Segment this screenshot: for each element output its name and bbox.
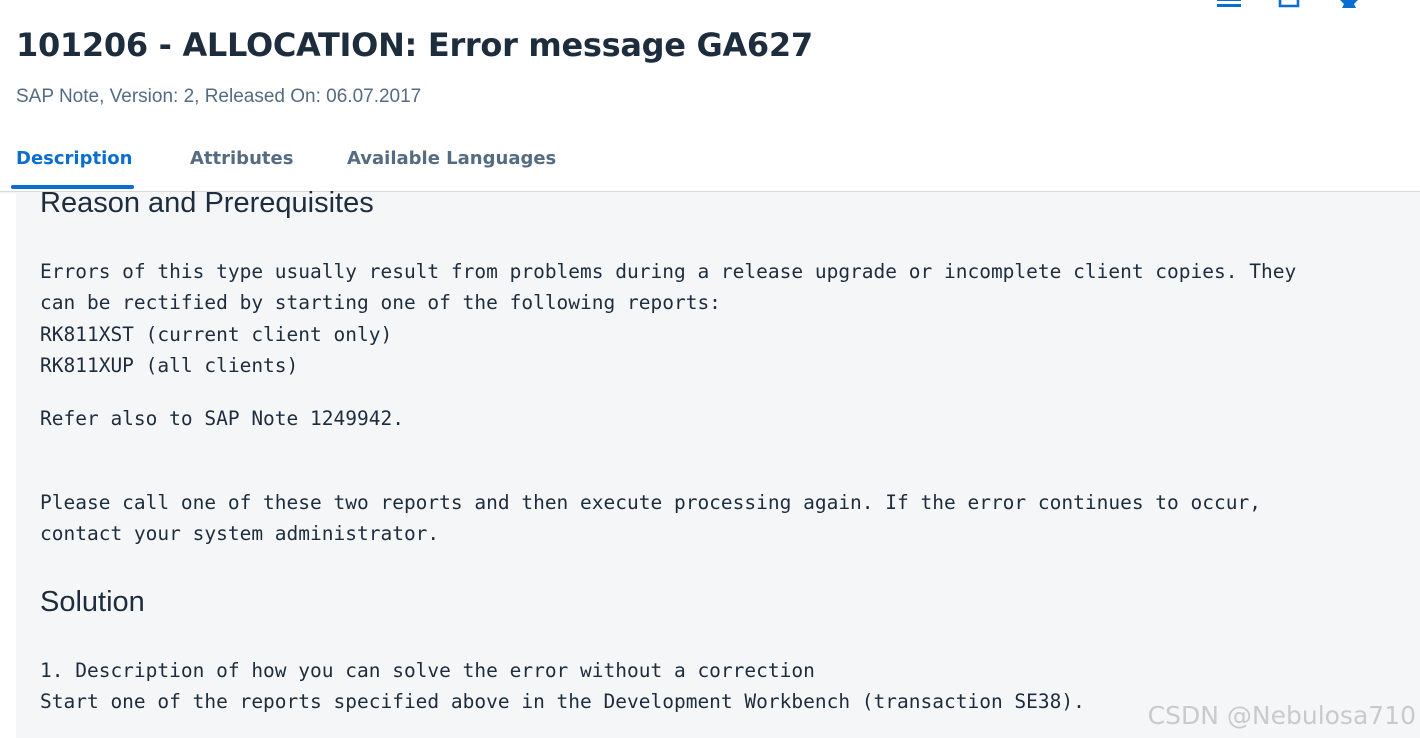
note-header: 101206 - ALLOCATION: Error message GA627…: [0, 0, 1420, 192]
description-panel: Reason and Prerequisites Errors of this …: [16, 187, 1420, 738]
star-icon[interactable]: [1336, 0, 1362, 8]
solution-line: Start one of the reports specified above…: [40, 690, 1085, 713]
note-metadata: SAP Note, Version: 2, Released On: 06.07…: [16, 86, 422, 107]
bookmark-icon[interactable]: [1276, 0, 1302, 8]
tab-attributes[interactable]: Attributes: [190, 140, 293, 188]
report-item: RK811XST (current client only): [40, 323, 393, 346]
note-body: Reason and Prerequisites Errors of this …: [16, 187, 1420, 738]
reason-heading: Reason and Prerequisites: [40, 187, 374, 219]
report-item: RK811XUP (all clients): [40, 354, 299, 377]
watermark: CSDN @Nebulosa710: [1147, 701, 1416, 730]
menu-icon[interactable]: [1216, 0, 1242, 8]
reason-paragraph-line: Errors of this type usually result from …: [40, 260, 1297, 283]
tab-available-languages[interactable]: Available Languages: [347, 140, 556, 188]
tab-description[interactable]: Description: [16, 140, 132, 188]
reason-paragraph-line: contact your system administrator.: [40, 522, 440, 545]
page-title: 101206 - ALLOCATION: Error message GA627: [16, 26, 813, 64]
note-reference: Refer also to SAP Note 1249942.: [40, 407, 404, 430]
top-toolbar: [0, 0, 1420, 12]
reason-paragraph-line: can be rectified by starting one of the …: [40, 291, 721, 314]
solution-heading: Solution: [40, 586, 145, 618]
solution-line: 1. Description of how you can solve the …: [40, 659, 815, 682]
reason-paragraph-line: Please call one of these two reports and…: [40, 491, 1261, 514]
